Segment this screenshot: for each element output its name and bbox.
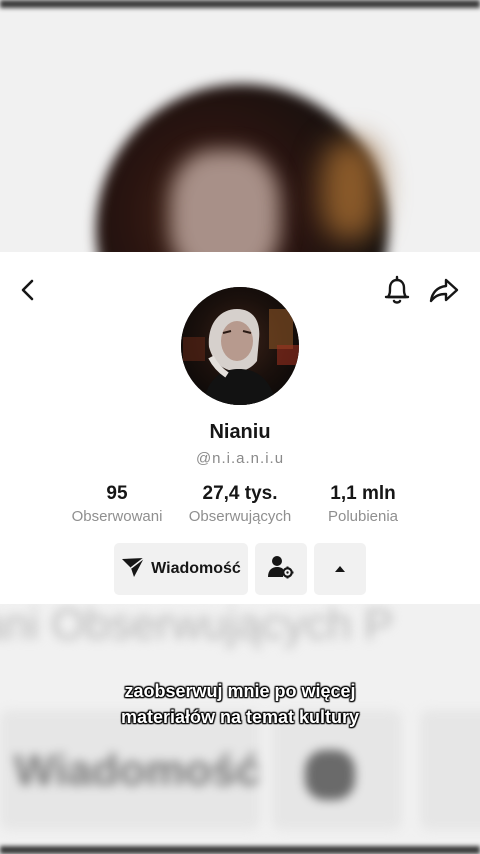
message-button-label: Wiadomość: [151, 560, 241, 577]
avatar[interactable]: [181, 287, 299, 405]
stat-following[interactable]: 95 Obserwowani: [66, 483, 168, 525]
stat-likes: 1,1 mln Polubienia: [322, 483, 404, 525]
profile-handle: @n.i.a.n.i.u: [195, 450, 285, 467]
more-button[interactable]: [314, 543, 366, 595]
caption-line-2: materiałów na temat kultury: [120, 707, 360, 727]
top-frame-strip: [0, 0, 480, 8]
bell-icon[interactable]: [382, 274, 412, 306]
profile-name: Nianiu: [209, 421, 271, 443]
stat-label: Obserwujących: [188, 508, 292, 525]
blurred-avatar-light: [320, 140, 380, 240]
user-settings-icon: [268, 555, 294, 584]
stat-label: Obserwowani: [71, 508, 163, 525]
blurred-friend-icon: [305, 750, 355, 800]
share-icon[interactable]: [428, 276, 460, 304]
stat-value: 95: [106, 483, 128, 504]
caption-line-1: zaobserwuj mnie po więcej: [124, 681, 356, 701]
send-icon: [121, 556, 145, 583]
friend-settings-button[interactable]: [255, 543, 307, 595]
bottom-frame-strip: [0, 846, 480, 854]
triangle-up-icon: [334, 560, 346, 578]
stat-value: 1,1 mln: [330, 483, 396, 504]
stat-followers[interactable]: 27,4 tys. Obserwujących: [182, 483, 298, 525]
message-button[interactable]: Wiadomość: [114, 543, 248, 595]
blurred-message-label: Wiadomość: [14, 746, 261, 795]
back-arrow-icon[interactable]: [14, 276, 42, 304]
stat-value: 27,4 tys.: [202, 483, 278, 504]
stat-label: Polubienia: [327, 508, 399, 525]
caption-overlay: zaobserwuj mnie po więcej materiałów na …: [0, 678, 480, 730]
blurred-stats-text: ani Obserwujących P: [0, 600, 394, 649]
